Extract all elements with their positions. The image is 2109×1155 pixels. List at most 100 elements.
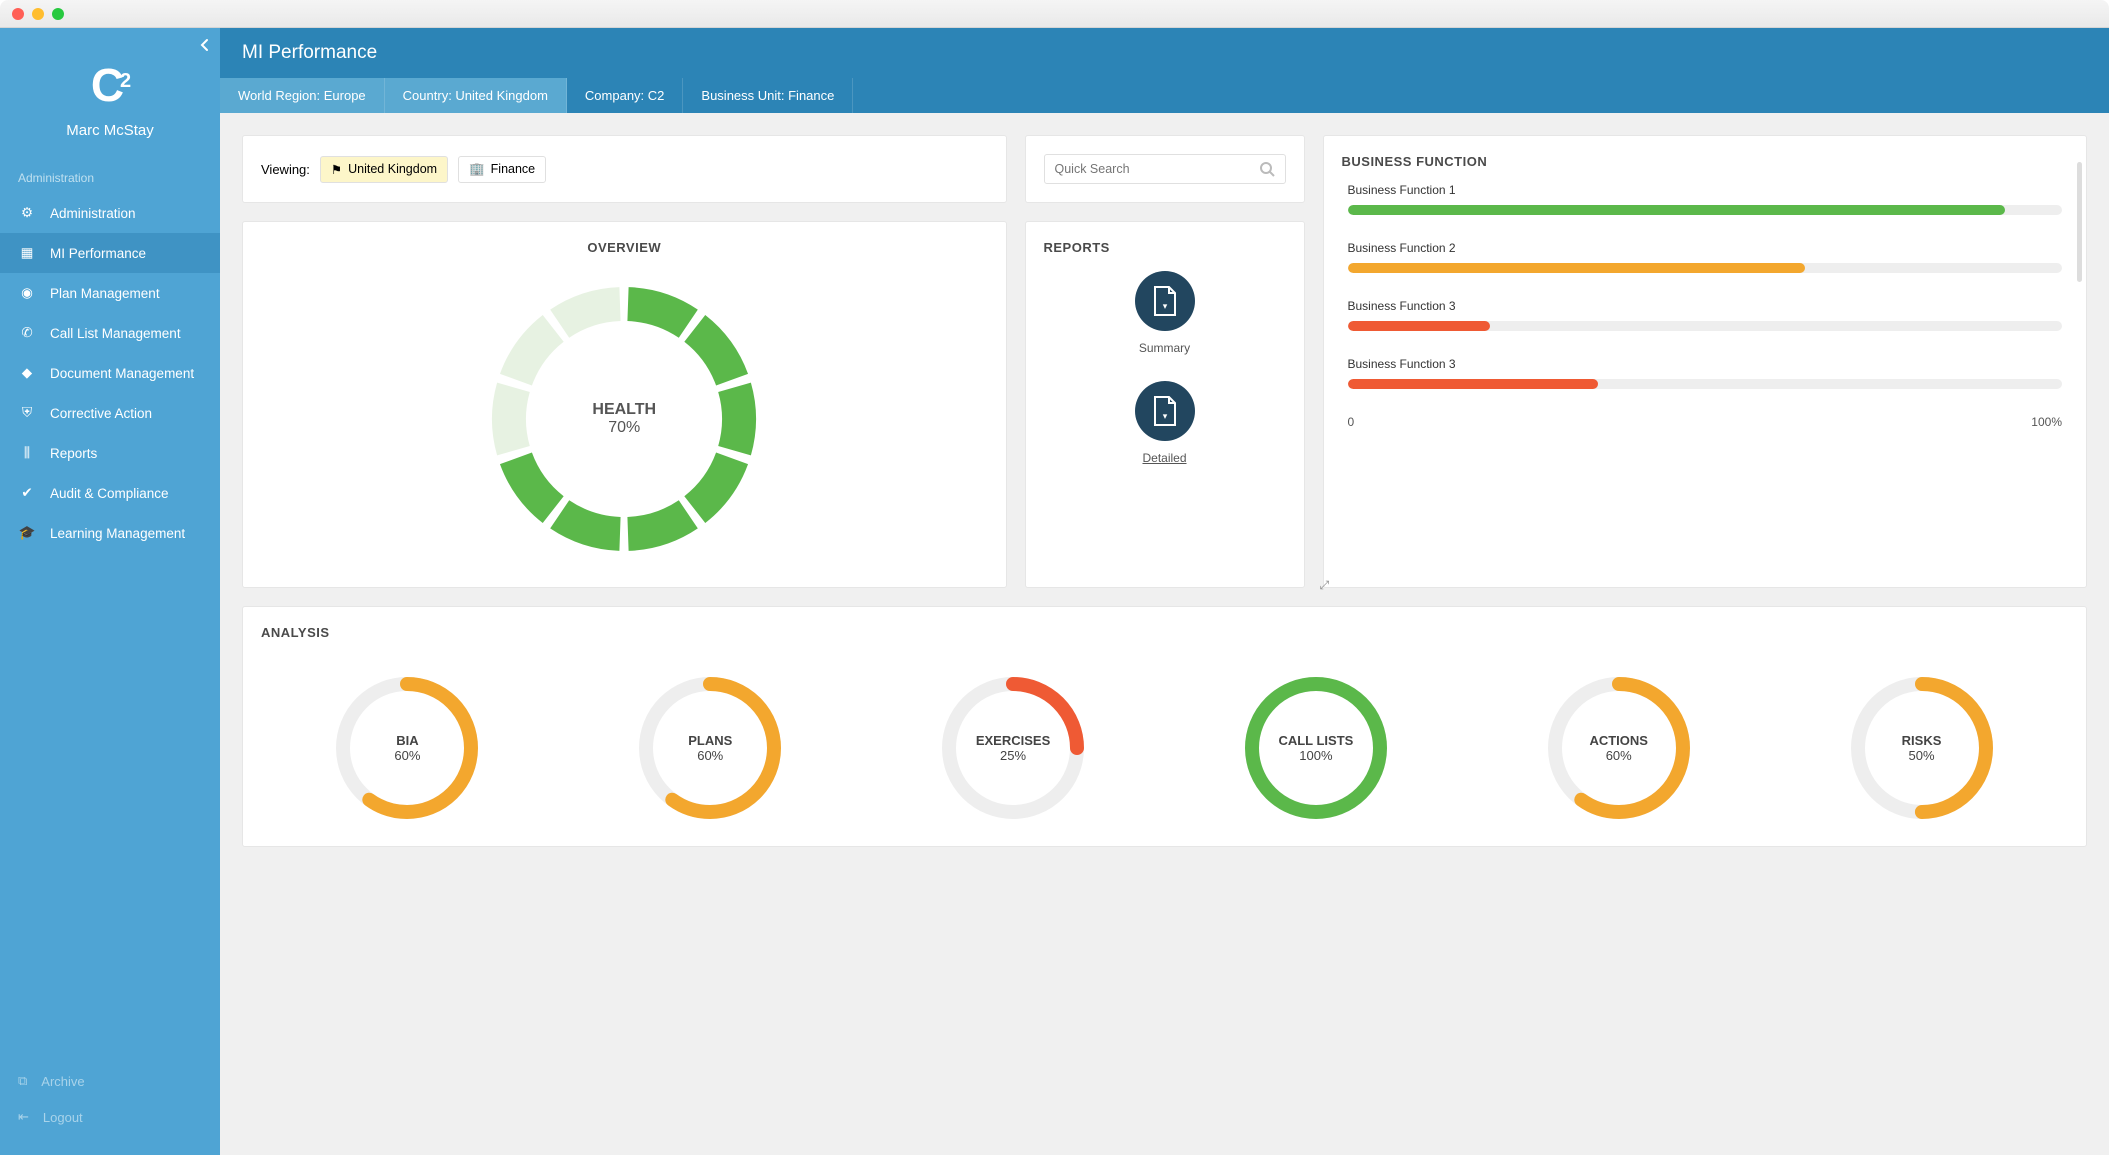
summary-report-button[interactable]: ▾ [1135,271,1195,331]
window-chrome [0,0,2109,28]
sidebar-item-label: Plan Management [50,286,160,301]
bizfn-row: Business Function 3 [1348,299,2063,331]
analysis-ring-plans[interactable]: PLANS60% [630,668,790,828]
analysis-card: ANALYSIS BIA60%PLANS60%EXERCISES25%CALL … [242,606,2087,847]
ring-label: BIA [396,733,418,748]
bizfn-name: Business Function 2 [1348,241,2063,255]
breadcrumb: World Region: EuropeCountry: United King… [220,78,2109,113]
quick-search [1025,135,1305,203]
ring-percent: 60% [697,748,723,763]
ring-percent: 25% [1000,748,1026,763]
bizfn-row: Business Function 1 [1348,183,2063,215]
analysis-ring-exercises[interactable]: EXERCISES25% [933,668,1093,828]
reports-card: REPORTS ▾ Summary ▾ Detailed [1025,221,1305,588]
overview-title: OVERVIEW [587,240,661,255]
ring-percent: 100% [1299,748,1332,763]
expand-icon[interactable]: ⤢ [1320,578,1330,593]
building-icon: 🏢 [469,162,485,177]
bizfn-bar [1348,205,2063,215]
bizfn-bar [1348,379,2063,389]
user-name: Marc McStay [0,122,220,159]
sidebar-item-corrective-action[interactable]: ⛨ Corrective Action [0,393,220,433]
main: MI Performance World Region: EuropeCount… [220,28,2109,1155]
summary-label[interactable]: Summary [1044,341,1286,355]
ring-label: RISKS [1902,733,1942,748]
minimize-window-dot[interactable] [32,8,44,20]
nav-icon: ⫼ [18,445,36,461]
flag-icon: ⚑ [331,162,342,177]
ring-percent: 50% [1909,748,1935,763]
footer-logout[interactable]: ⇤Logout [0,1099,220,1135]
bizfn-name: Business Function 3 [1348,357,2063,371]
search-input[interactable] [1055,162,1259,176]
pdf-file-icon: ▾ [1151,395,1179,427]
bizfn-bar [1348,263,2063,273]
breadcrumb-item[interactable]: Business Unit: Finance [683,78,853,113]
svg-text:▾: ▾ [1162,301,1167,311]
sidebar-item-label: Corrective Action [50,406,152,421]
footer-icon: ⧉ [18,1073,27,1089]
detailed-report-button[interactable]: ▾ [1135,381,1195,441]
ring-percent: 60% [1606,748,1632,763]
bizfn-title: BUSINESS FUNCTION [1342,154,2069,169]
footer-icon: ⇤ [18,1109,29,1125]
viewing-unit-chip[interactable]: 🏢 Finance [458,156,546,183]
nav-icon: ✔ [18,485,36,501]
sidebar-item-learning-management[interactable]: 🎓Learning Management [0,513,220,553]
sidebar-item-label: Document Management [50,366,194,381]
sidebar-item-call-list-management[interactable]: ✆ Call List Management [0,313,220,353]
nav-icon: ▦ [18,245,36,261]
maximize-window-dot[interactable] [52,8,64,20]
analysis-ring-actions[interactable]: ACTIONS60% [1539,668,1699,828]
page-title: MI Performance [220,28,2109,78]
ring-label: ACTIONS [1589,733,1648,748]
bizfn-name: Business Function 1 [1348,183,2063,197]
ring-label: EXERCISES [976,733,1050,748]
sidebar-item-document-management[interactable]: ◆ Document Management [0,353,220,393]
analysis-ring-risks[interactable]: RISKS50% [1842,668,2002,828]
viewing-label: Viewing: [261,162,310,177]
nav-icon: ⛨ [18,405,36,421]
bizfn-row: Business Function 3 [1348,357,2063,389]
sidebar-item-administration[interactable]: ⚙ Administration [0,193,220,233]
sidebar-item-reports[interactable]: ⫼ Reports [0,433,220,473]
analysis-ring-call-lists[interactable]: CALL LISTS100% [1236,668,1396,828]
sidebar-item-mi-performance[interactable]: ▦ MI Performance [0,233,220,273]
analysis-ring-bia[interactable]: BIA60% [327,668,487,828]
brand-logo: C2 [0,28,220,122]
scrollbar[interactable] [2077,162,2082,282]
health-percent: 70% [608,419,640,437]
sidebar-item-label: Call List Management [50,326,181,341]
nav-icon: ⚙ [18,205,36,221]
scale-min: 0 [1348,415,1355,429]
breadcrumb-item[interactable]: World Region: Europe [220,78,385,113]
nav-icon: ◆ [18,365,36,381]
ring-percent: 60% [394,748,420,763]
business-function-card: BUSINESS FUNCTION Business Function 1 Bus… [1323,135,2088,588]
nav-icon: ◉ [18,285,36,301]
sidebar-item-label: Administration [50,206,136,221]
bizfn-row: Business Function 2 [1348,241,2063,273]
viewing-country-chip[interactable]: ⚑ United Kingdom [320,156,448,183]
footer-archive[interactable]: ⧉Archive [0,1063,220,1099]
detailed-label[interactable]: Detailed [1044,451,1286,465]
viewing-toolbar: Viewing: ⚑ United Kingdom 🏢 Finance [242,135,1007,203]
sidebar-item-plan-management[interactable]: ◉ Plan Management [0,273,220,313]
sidebar-collapse-button[interactable] [200,38,210,52]
sidebar-item-audit-compliance[interactable]: ✔ Audit & Compliance [0,473,220,513]
sidebar-section-label: Administration [0,159,220,193]
nav-icon: ✆ [18,325,36,341]
search-icon[interactable] [1259,161,1275,177]
nav-icon: 🎓 [18,525,36,541]
sidebar-item-label: Reports [50,446,97,461]
breadcrumb-item[interactable]: Company: C2 [567,78,683,113]
sidebar: C2 Marc McStay Administration ⚙ Administr… [0,28,220,1155]
reports-title: REPORTS [1044,240,1286,255]
sidebar-item-label: Audit & Compliance [50,486,169,501]
svg-text:▾: ▾ [1162,411,1167,421]
close-window-dot[interactable] [12,8,24,20]
health-label: HEALTH [592,401,656,419]
breadcrumb-item[interactable]: Country: United Kingdom [385,78,567,113]
ring-label: PLANS [688,733,732,748]
sidebar-item-label: MI Performance [50,246,146,261]
